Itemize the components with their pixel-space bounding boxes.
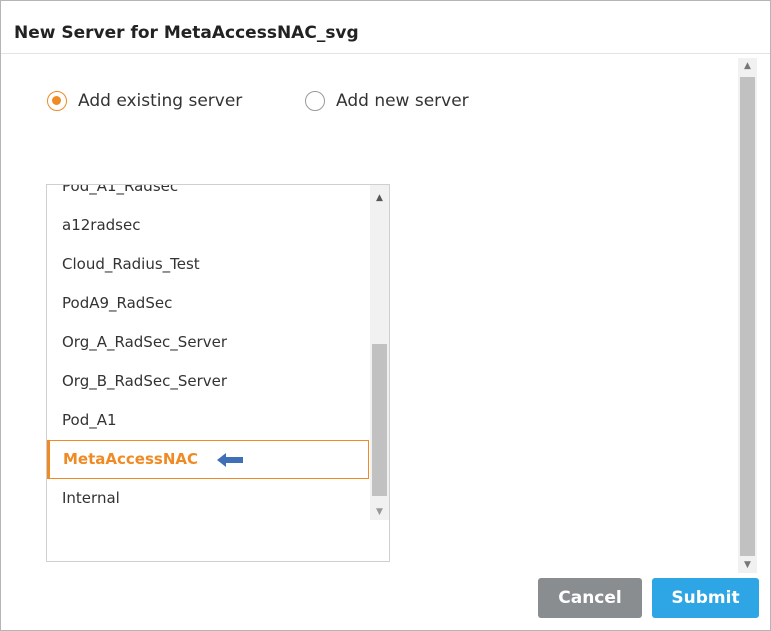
dialog-scrollbar[interactable]: ▲ ▼ [738,58,757,573]
radio-label: Add existing server [78,91,243,111]
list-item[interactable]: Org_A_RadSec_Server [47,323,369,362]
server-list: Pod_A1_Radsec a12radsec Cloud_Radius_Tes… [47,185,369,518]
list-scrollbar[interactable]: ▲ ▼ [370,185,389,520]
cancel-button[interactable]: Cancel [538,578,642,618]
list-item[interactable]: Org_B_RadSec_Server [47,362,369,401]
left-arrow-icon [217,453,243,467]
scroll-down-icon[interactable]: ▼ [370,504,389,520]
scroll-thumb[interactable] [372,344,387,496]
scroll-down-icon[interactable]: ▼ [738,557,757,573]
list-item-label: MetaAccessNAC [63,450,198,468]
radio-label: Add new server [336,91,469,111]
list-item-selected[interactable]: MetaAccessNAC [47,440,369,479]
dialog-header: New Server for MetaAccessNAC_svg [1,1,770,54]
radio-checked-icon[interactable] [47,91,67,111]
new-server-dialog: New Server for MetaAccessNAC_svg Add exi… [0,0,771,631]
dialog-title: New Server for MetaAccessNAC_svg [14,23,359,43]
radio-add-existing-server[interactable]: Add existing server [47,89,242,113]
list-item[interactable]: Pod_A1 [47,401,369,440]
list-item[interactable]: a12radsec [47,206,369,245]
submit-button[interactable]: Submit [652,578,759,618]
list-item[interactable]: Pod_A1_Radsec [47,185,369,206]
scroll-up-icon[interactable]: ▲ [370,190,389,206]
list-item[interactable]: PodA9_RadSec [47,284,369,323]
list-item[interactable]: Internal [47,479,369,518]
server-listbox[interactable]: Pod_A1_Radsec a12radsec Cloud_Radius_Tes… [46,184,390,562]
radio-add-new-server[interactable]: Add new server [305,89,469,113]
list-item[interactable]: Cloud_Radius_Test [47,245,369,284]
radio-unchecked-icon[interactable] [305,91,325,111]
scroll-thumb[interactable] [740,77,755,556]
scroll-up-icon[interactable]: ▲ [738,58,757,74]
